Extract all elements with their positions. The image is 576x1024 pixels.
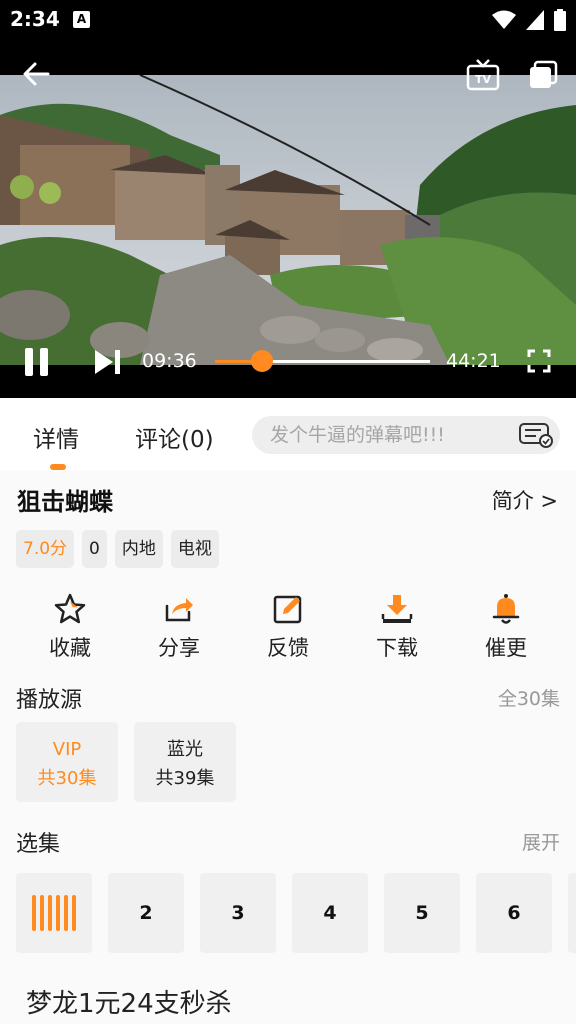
episode-playing[interactable] (16, 873, 92, 953)
episode-list: 2 3 4 5 6 (16, 873, 576, 953)
source-list: VIP 共30集 蓝光 共39集 (16, 722, 236, 802)
feedback-label: 反馈 (267, 636, 309, 660)
share-label: 分享 (158, 636, 200, 660)
notification-icon: A (73, 11, 90, 28)
source-name: 蓝光 (167, 739, 203, 760)
pause-button[interactable] (24, 348, 50, 380)
share-icon (165, 598, 193, 622)
region-tag: 内地 (114, 530, 163, 568)
progress-bar[interactable] (215, 350, 430, 372)
source-count: 共39集 (155, 768, 215, 789)
show-title: 狙击蝴蝶 (17, 488, 113, 516)
danmaku-input[interactable] (270, 416, 500, 454)
source-section-title: 播放源 (16, 688, 83, 713)
video-player[interactable]: TV 09:36 44:21 (0, 40, 576, 398)
download-label: 下载 (376, 636, 418, 660)
signal-icon (526, 10, 544, 30)
fullscreen-icon (527, 349, 551, 373)
source-name: VIP (52, 739, 82, 760)
picture-in-picture-button[interactable] (528, 60, 558, 94)
back-arrow-icon (23, 62, 50, 86)
source-total: 全30集 (497, 688, 560, 710)
edit-icon (273, 595, 302, 624)
status-icons (492, 9, 566, 31)
count-tag: 0 (82, 530, 107, 568)
cast-tv-button[interactable]: TV (466, 58, 500, 96)
duration-time: 44:21 (446, 350, 501, 372)
pause-icon (25, 348, 48, 376)
episode-item[interactable]: 6 (476, 873, 552, 953)
favorite-button[interactable]: 收藏 (25, 588, 115, 662)
detail-content: 狙击蝴蝶 简介 > 7.0分 0 内地 电视 收藏 分享 反馈 下载 催更 播放… (0, 470, 576, 1024)
rating-tag: 7.0分 (16, 530, 75, 568)
category-tag: 电视 (170, 530, 219, 568)
action-bar: 收藏 分享 反馈 下载 催更 (0, 588, 576, 668)
current-time: 09:36 (142, 350, 197, 372)
back-button[interactable] (22, 60, 50, 92)
progress-knob[interactable] (250, 350, 273, 372)
episode-item[interactable]: 4 (292, 873, 368, 953)
episode-item-partial[interactable] (568, 873, 576, 953)
urge-update-button[interactable]: 催更 (461, 588, 551, 662)
player-controls: 09:36 44:21 (0, 340, 576, 384)
source-bluray[interactable]: 蓝光 共39集 (134, 722, 236, 802)
star-icon (54, 593, 86, 624)
share-button[interactable]: 分享 (134, 588, 224, 662)
feedback-button[interactable]: 反馈 (243, 588, 333, 662)
video-frame[interactable] (0, 75, 576, 365)
fullscreen-button[interactable] (527, 349, 551, 377)
episode-item[interactable]: 3 (200, 873, 276, 953)
episode-section-title: 选集 (16, 832, 61, 857)
favorite-label: 收藏 (49, 636, 91, 660)
next-episode-button[interactable] (94, 349, 122, 379)
status-time: 2:34 (10, 7, 60, 31)
playing-bars-icon (16, 873, 92, 953)
tab-details[interactable]: 详情 (33, 420, 79, 454)
download-button[interactable]: 下载 (352, 588, 442, 662)
tag-list: 7.0分 0 内地 电视 (16, 530, 219, 568)
episode-item[interactable]: 2 (108, 873, 184, 953)
danmaku-box[interactable] (252, 416, 560, 454)
danmaku-settings-icon[interactable] (518, 422, 554, 448)
promo-text[interactable]: 梦龙1元24支秒杀 (26, 983, 232, 1020)
window-icon (530, 60, 558, 88)
wifi-icon (492, 10, 516, 29)
status-bar: 2:34 A (0, 0, 576, 40)
source-count: 共30集 (37, 768, 97, 789)
tabs-row: 详情 评论(0) (0, 398, 576, 470)
battery-icon (554, 9, 566, 31)
bell-icon (492, 594, 520, 624)
source-vip[interactable]: VIP 共30集 (16, 722, 118, 802)
svg-text:TV: TV (475, 73, 492, 86)
download-icon (381, 595, 413, 623)
episode-item[interactable]: 5 (384, 873, 460, 953)
urge-update-label: 催更 (485, 636, 527, 660)
tv-icon: TV (466, 59, 500, 91)
intro-link[interactable]: 简介 > (492, 485, 558, 515)
expand-button[interactable]: 展开 (522, 828, 560, 855)
skip-next-icon (95, 350, 120, 374)
tab-comments[interactable]: 评论(0) (135, 420, 214, 454)
